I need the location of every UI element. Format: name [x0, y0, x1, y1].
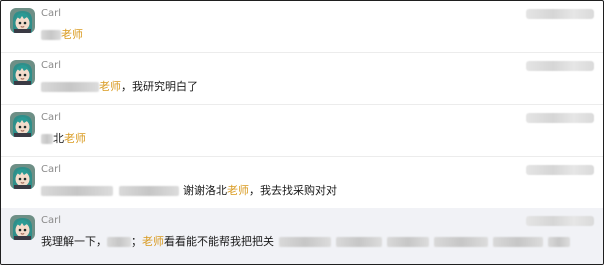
message-fragment: 看看能不能帮我把把关 [164, 235, 274, 248]
chat-message-list: Carl 老师 Carl 老师 ，我研究明白了 Carl 北老师 Carl 谢谢洛… [0, 0, 604, 265]
message-item[interactable]: Carl 谢谢洛北 老师 ，我去找采购对对 [1, 157, 603, 209]
sender-name: Carl [41, 8, 61, 19]
message-fragment: ； [131, 235, 142, 248]
sender-name: Carl [41, 112, 61, 123]
message-fragment: 谢谢洛北 [183, 184, 227, 197]
redacted-text [279, 237, 331, 247]
redacted-text [548, 237, 570, 247]
message-text: 老师 [41, 28, 83, 42]
redacted-text [41, 30, 61, 40]
avatar-icon[interactable] [10, 164, 35, 189]
avatar-icon[interactable] [10, 60, 35, 85]
message-item[interactable]: Carl 老师 ，我研究明白了 [1, 53, 603, 105]
message-fragment: 北 [53, 132, 64, 145]
highlighted-term: 老师 [227, 184, 249, 197]
timestamp-redacted [526, 9, 594, 19]
message-text: 我理解一下， ；老师 看看能不能帮我把把关 [41, 235, 570, 249]
redacted-text [434, 237, 488, 247]
highlighted-term: 老师 [142, 235, 164, 248]
message-item[interactable]: Carl 老师 [1, 1, 603, 53]
message-fragment: ，我去找采购对对 [249, 184, 337, 197]
sender-name: Carl [41, 215, 61, 226]
message-fragment: ，我研究明白了 [121, 80, 198, 93]
redacted-text [493, 237, 543, 247]
redacted-text [387, 237, 429, 247]
avatar-icon[interactable] [10, 8, 35, 33]
timestamp-redacted [526, 61, 594, 71]
timestamp-redacted [526, 216, 594, 226]
timestamp-redacted [526, 165, 594, 175]
highlighted-term: 老师 [64, 132, 86, 145]
redacted-text [41, 82, 99, 92]
redacted-text [336, 237, 382, 247]
avatar-icon[interactable] [10, 215, 35, 240]
highlighted-term: 老师 [61, 28, 83, 41]
message-fragment: 我理解一下， [41, 235, 107, 248]
redacted-text [107, 237, 131, 247]
message-item[interactable]: Carl 北老师 [1, 105, 603, 157]
message-text: 谢谢洛北 老师 ，我去找采购对对 [41, 184, 337, 198]
message-text: 北老师 [41, 132, 86, 146]
avatar-icon[interactable] [10, 112, 35, 137]
highlighted-term: 老师 [99, 80, 121, 93]
message-item-selected[interactable]: Carl 我理解一下， ；老师 看看能不能帮我把把关 [1, 208, 603, 264]
redacted-text [41, 134, 53, 144]
sender-name: Carl [41, 164, 61, 175]
redacted-text [119, 186, 179, 196]
timestamp-redacted [526, 113, 594, 123]
sender-name: Carl [41, 60, 61, 71]
redacted-text [41, 186, 113, 196]
message-text: 老师 ，我研究明白了 [41, 80, 198, 94]
